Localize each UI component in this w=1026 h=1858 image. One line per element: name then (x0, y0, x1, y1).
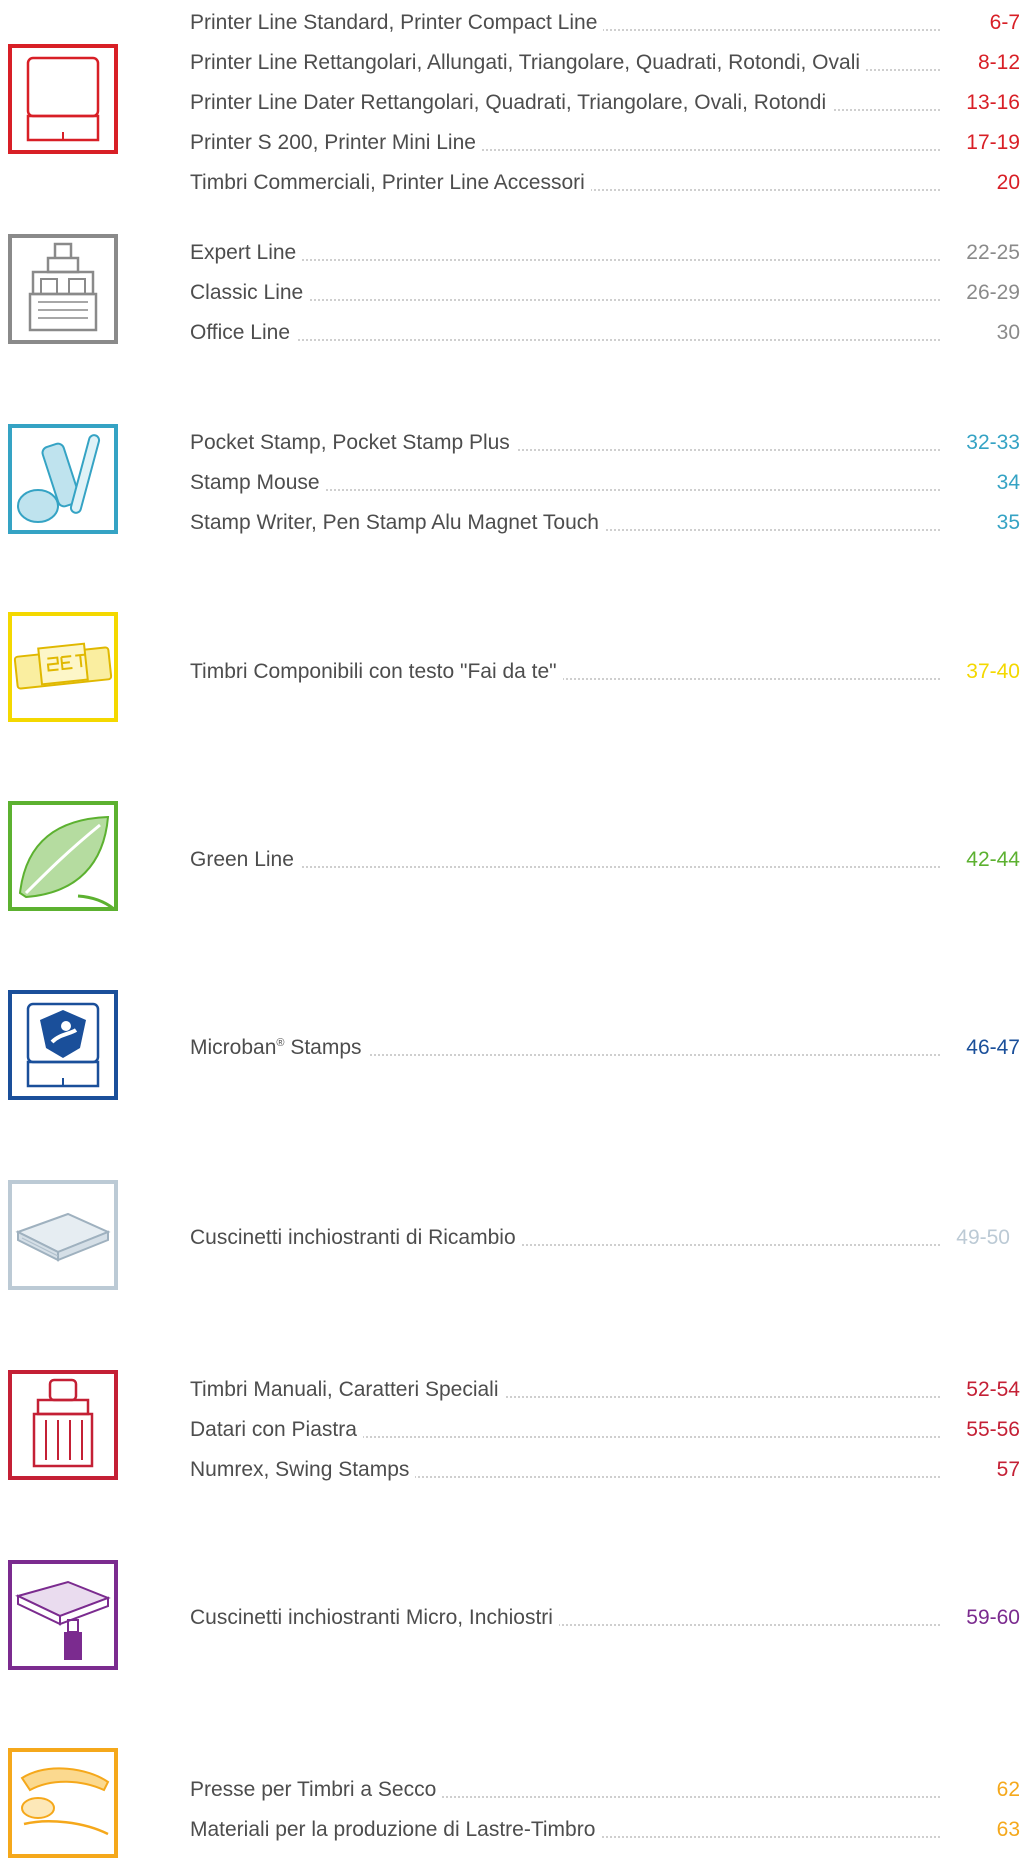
toc-page: 26-29 (960, 281, 1020, 305)
toc-row[interactable]: Timbri Componibili con testo "Fai da te"… (190, 654, 1020, 694)
toc-page: 52-54 (960, 1378, 1020, 1402)
toc-title-suffix: Stamps (284, 1036, 362, 1059)
toc-row[interactable]: Printer Line Dater Rettangolari, Quadrat… (190, 85, 1020, 125)
self-inking-stamp-icon (8, 44, 118, 154)
toc-page: 30 (990, 321, 1020, 345)
dot-leader (190, 259, 940, 261)
leaf-icon (8, 801, 118, 911)
toc-title: Expert Line (190, 241, 303, 265)
toc-row[interactable]: Printer Line Rettangolari, Allungati, Tr… (190, 45, 1020, 85)
toc-title: Green Line (190, 848, 300, 872)
toc-row[interactable]: Cuscinetti inchiostranti Micro, Inchiost… (190, 1600, 1020, 1640)
toc-row[interactable]: Printer S 200, Printer Mini Line 17-19 (190, 125, 1020, 165)
toc-row[interactable]: Stamp Mouse 34 (190, 465, 1020, 505)
toc-page: 13-16 (960, 91, 1020, 115)
toc-row[interactable]: Classic Line 26-29 (190, 275, 1020, 315)
toc-row[interactable]: Presse per Timbri a Secco 62 (190, 1772, 1020, 1812)
toc-page: 17-19 (960, 131, 1020, 155)
hand-stamp-icon (8, 1370, 118, 1480)
toc-title: Pocket Stamp, Pocket Stamp Plus (190, 431, 516, 455)
dot-leader (190, 866, 940, 868)
toc-title: Cuscinetti inchiostranti Micro, Inchiost… (190, 1606, 559, 1630)
toc-title: Office Line (190, 321, 297, 345)
toc-title: Timbri Componibili con testo "Fai da te" (190, 660, 563, 684)
toc-row[interactable]: Pocket Stamp, Pocket Stamp Plus 32-33 (190, 425, 1020, 465)
toc-title: Materiali per la produzione di Lastre-Ti… (190, 1818, 602, 1842)
toc-page: 35 (990, 511, 1020, 535)
toc-row[interactable]: Materiali per la produzione di Lastre-Ti… (190, 1812, 1020, 1852)
toc-page: 62 (990, 1778, 1020, 1802)
toc-page: 32-33 (960, 431, 1020, 455)
toc-row[interactable]: Expert Line 22-25 (190, 235, 1020, 275)
toc-page: 6-7 (983, 11, 1020, 35)
ink-pad-icon (8, 1180, 118, 1290)
toc-row[interactable]: Green Line 42-44 (190, 842, 1020, 882)
toc-title: Numrex, Swing Stamps (190, 1458, 416, 1482)
toc-title: Classic Line (190, 281, 310, 305)
dater-stamp-icon (8, 234, 118, 344)
toc-page: 22-25 (960, 241, 1020, 265)
toc-title: Microban® Stamps (190, 1036, 368, 1060)
toc-row[interactable]: Timbri Commerciali, Printer Line Accesso… (190, 165, 1020, 205)
ink-bottle-pad-icon (8, 1560, 118, 1670)
toc-row[interactable]: Cuscinetti inchiostranti di Ricambio 49-… (190, 1220, 1020, 1260)
dot-leader (190, 339, 940, 341)
toc-title: Stamp Mouse (190, 471, 326, 495)
toc-page: 8-12 (971, 51, 1020, 75)
toc-page: 59-60 (960, 1606, 1020, 1630)
toc-page: 46-47 (960, 1036, 1020, 1060)
toc-title: Stamp Writer, Pen Stamp Alu Magnet Touch (190, 511, 605, 535)
toc-row[interactable]: Numrex, Swing Stamps 57 (190, 1452, 1020, 1492)
toc-title: Printer Line Dater Rettangolari, Quadrat… (190, 91, 833, 115)
toc-title-text: Microban (190, 1036, 277, 1059)
toc-row[interactable]: Office Line 30 (190, 315, 1020, 355)
toc-page: 63 (990, 1818, 1020, 1842)
toc-row[interactable]: Datari con Piastra 55-56 (190, 1412, 1020, 1452)
toc-title: Timbri Commerciali, Printer Line Accesso… (190, 171, 591, 195)
set-stamp-icon (8, 612, 118, 722)
toc-title: Cuscinetti inchiostranti di Ricambio (190, 1226, 522, 1250)
toc-row[interactable]: Microban® Stamps 46-47 (190, 1030, 1020, 1070)
toc-title: Timbri Manuali, Caratteri Speciali (190, 1378, 505, 1402)
toc-page: 49-50 (950, 1226, 1010, 1250)
toc-page: 42-44 (960, 848, 1020, 872)
toc-title: Printer Line Standard, Printer Compact L… (190, 11, 604, 35)
toc-page: 57 (990, 1458, 1020, 1482)
toc-row[interactable]: Timbri Manuali, Caratteri Speciali 52-54 (190, 1372, 1020, 1412)
toc-row[interactable]: Stamp Writer, Pen Stamp Alu Magnet Touch… (190, 505, 1020, 545)
toc-title: Presse per Timbri a Secco (190, 1778, 443, 1802)
toc-page: 20 (990, 171, 1020, 195)
toc-page: 34 (990, 471, 1020, 495)
toc-title: Datari con Piastra (190, 1418, 363, 1442)
toc-row[interactable]: Printer Line Standard, Printer Compact L… (190, 5, 1020, 45)
toc-title: Printer S 200, Printer Mini Line (190, 131, 482, 155)
toc-page: 55-56 (960, 1418, 1020, 1442)
pocket-stamp-icon (8, 424, 118, 534)
toc-title: Printer Line Rettangolari, Allungati, Tr… (190, 51, 867, 75)
toc-page: 37-40 (960, 660, 1020, 684)
embosser-icon (8, 1748, 118, 1858)
microban-stamp-icon (8, 990, 118, 1100)
